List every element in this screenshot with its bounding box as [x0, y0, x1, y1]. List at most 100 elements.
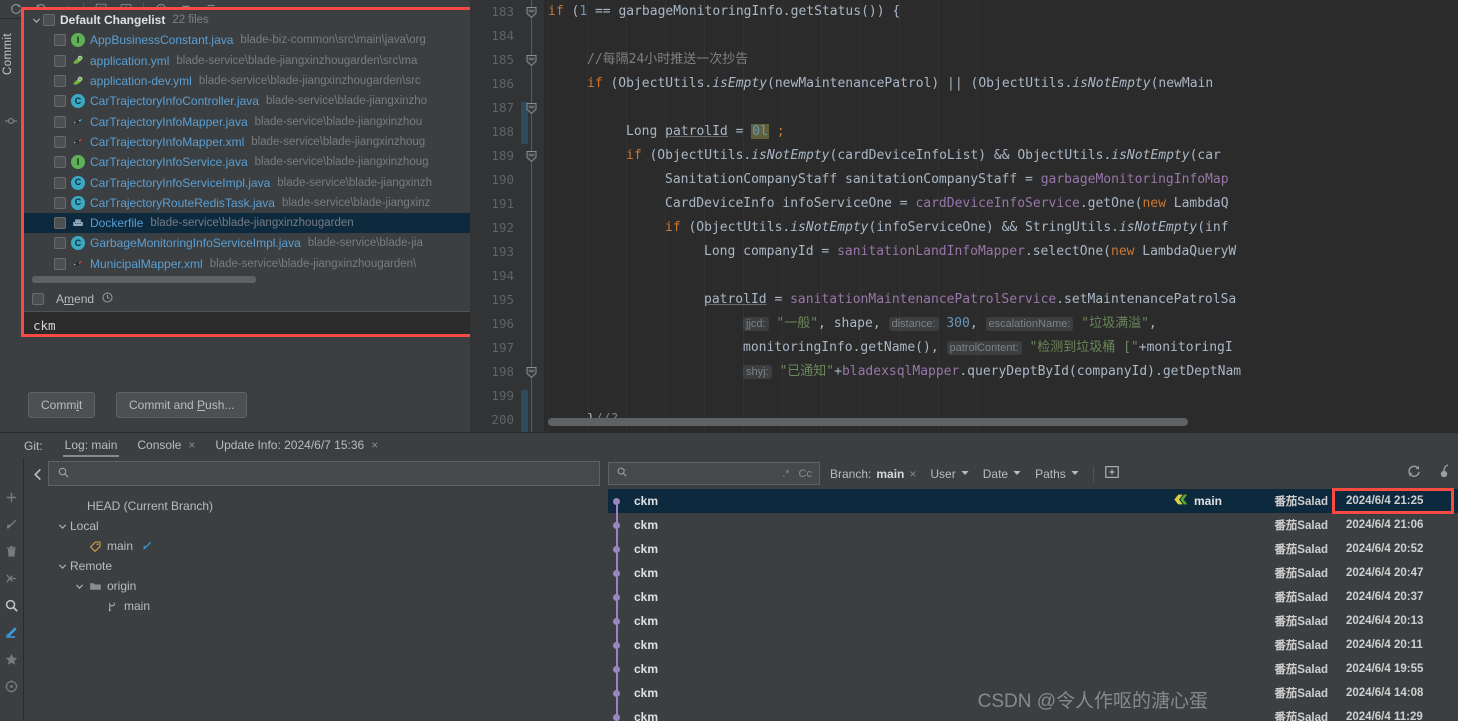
fold-marker-200[interactable]	[525, 366, 538, 379]
chevron-down-icon[interactable]	[1013, 469, 1021, 478]
code-line[interactable]: jjcd: "一般", shape, distance: 300, escala…	[544, 312, 1458, 336]
chevron-down-icon[interactable]	[1071, 469, 1079, 478]
code-line[interactable]: patrolId = sanitationMaintenancePatrolSe…	[544, 288, 1458, 312]
close-icon[interactable]: ×	[371, 438, 378, 452]
commit-log-row[interactable]: ckm 番茄Salad 2024/6/4 20:37	[608, 585, 1458, 609]
fold-marker-192[interactable]	[525, 150, 538, 163]
changed-file-row[interactable]: CarTrajectoryInfoMapper.java blade-servic…	[24, 111, 526, 131]
changelist-header-row[interactable]: Default Changelist 22 files	[24, 10, 526, 30]
target-icon[interactable]	[4, 679, 20, 694]
editor-horizontal-scrollbar[interactable]	[548, 418, 1188, 426]
commit-log-row[interactable]: ckm main 番茄Salad 2024/6/4 21:25	[608, 489, 1458, 513]
commit-message-input[interactable]: ckm	[24, 311, 526, 334]
branch-ref-badge[interactable]: main	[1174, 493, 1222, 509]
file-checkbox[interactable]	[54, 95, 66, 108]
favorite-star-icon[interactable]	[4, 652, 20, 667]
changed-file-row[interactable]: I AppBusinessConstant.java blade-biz-commo…	[24, 30, 526, 50]
git-tab-3[interactable]: Update Info: 2024/6/7 15:36 ×	[205, 434, 388, 457]
file-checkbox[interactable]	[54, 217, 66, 230]
fold-marker-186[interactable]	[525, 54, 538, 67]
log-search-input[interactable]: .* Cc	[608, 462, 820, 485]
commit-log-row[interactable]: ckm 番茄Salad 2024/6/4 20:52	[608, 537, 1458, 561]
commit-button[interactable]: Commit	[28, 392, 96, 418]
commit-tool-window-tab[interactable]: Commit	[0, 19, 21, 419]
code-line[interactable]	[544, 384, 1458, 408]
code-editor[interactable]: 183 184 185 186 187 188 189 190 191 192 193 194 195 1…	[470, 0, 1458, 432]
close-icon[interactable]: ×	[909, 467, 916, 481]
paths-filter[interactable]: Paths	[1035, 467, 1079, 481]
code-line[interactable]	[544, 264, 1458, 288]
file-checkbox[interactable]	[54, 34, 66, 47]
code-line[interactable]: Long patrolId = 0l ;	[544, 120, 1458, 144]
cherry-pick-icon[interactable]	[1434, 463, 1450, 479]
changed-file-row[interactable]: C CarTrajectoryInfoServiceImpl.java blade-…	[24, 172, 526, 192]
changed-file-row[interactable]: C GarbageMonitoringInfoServiceImpl.java bl…	[24, 233, 526, 253]
changed-file-row[interactable]: C CarTrajectoryRouteRedisTask.java blade-s…	[24, 193, 526, 213]
changed-file-row[interactable]: CarTrajectoryInfoMapper.xml blade-service…	[24, 132, 526, 152]
code-line[interactable]: if (1 == garbageMonitoringInfo.getStatus…	[544, 0, 1458, 24]
code-line[interactable]: monitoringInfo.getName(), patrolContent:…	[544, 336, 1458, 360]
regex-toggle[interactable]: .*	[782, 468, 789, 480]
amend-checkbox[interactable]	[32, 292, 44, 305]
branch-tree-row[interactable]: main	[48, 596, 600, 616]
file-checkbox[interactable]	[54, 176, 66, 189]
checkout-icon[interactable]	[4, 517, 20, 532]
file-checkbox[interactable]	[54, 115, 66, 128]
editor-code-text[interactable]: if (1 == garbageMonitoringInfo.getStatus…	[544, 0, 1458, 432]
code-line[interactable]: if (ObjectUtils.isEmpty(newMaintenancePa…	[544, 72, 1458, 96]
delete-icon[interactable]	[4, 544, 20, 559]
expand-log-icon[interactable]	[1104, 464, 1120, 483]
commit-log-row[interactable]: ckm 番茄Salad 2024/6/4 21:06	[608, 513, 1458, 537]
file-checkbox[interactable]	[54, 156, 66, 169]
branch-filter[interactable]: Branch: main ×	[830, 467, 916, 481]
code-line[interactable]: SanitationCompanyStaff sanitationCompany…	[544, 168, 1458, 192]
fold-marker-183[interactable]	[525, 6, 538, 19]
user-filter[interactable]: User	[930, 467, 969, 481]
file-checkbox[interactable]	[54, 75, 66, 88]
branch-tree-row[interactable]: main	[48, 536, 600, 556]
chevron-down-icon[interactable]	[54, 562, 70, 571]
changes-tree-horizontal-scrollbar[interactable]	[32, 276, 256, 283]
close-icon[interactable]: ×	[188, 438, 195, 452]
branch-tree-row[interactable]: origin	[48, 576, 600, 596]
editor-fold-gutter[interactable]	[520, 0, 544, 432]
code-line[interactable]: if (ObjectUtils.isNotEmpty(cardDeviceInf…	[544, 144, 1458, 168]
history-clock-icon[interactable]	[101, 291, 114, 307]
branch-tree[interactable]: HEAD (Current Branch) Local main Remote orig…	[48, 491, 600, 721]
branch-search-input[interactable]	[48, 461, 600, 486]
changed-file-row[interactable]: application-dev.yml blade-service\blade-j…	[24, 71, 526, 91]
commit-log-row[interactable]: ckm 番茄Salad 2024/6/4 20:47	[608, 561, 1458, 585]
changelist-checkbox[interactable]	[43, 14, 55, 27]
file-checkbox[interactable]	[54, 135, 66, 148]
chevron-down-icon[interactable]	[54, 522, 70, 531]
branch-tree-row[interactable]: HEAD (Current Branch)	[48, 496, 600, 516]
merge-icon[interactable]	[4, 571, 20, 586]
changes-tree[interactable]: Default Changelist 22 files I AppBusiness…	[24, 10, 526, 285]
code-line[interactable]: if (ObjectUtils.isNotEmpty(infoServiceOn…	[544, 216, 1458, 240]
code-line[interactable]	[544, 24, 1458, 48]
changed-file-row[interactable]: C CarTrajectoryInfoController.java blade-s…	[24, 91, 526, 111]
changed-file-row[interactable]: application.yml blade-service\blade-jiang…	[24, 51, 526, 71]
commit-log-row[interactable]: ckm 番茄Salad 2024/6/4 20:13	[608, 609, 1458, 633]
chevron-down-icon[interactable]	[961, 469, 969, 478]
search-icon[interactable]	[4, 598, 20, 613]
date-filter[interactable]: Date	[983, 467, 1021, 481]
code-line[interactable]: shyj: "已通知"+bladexsqlMapper.queryDeptByI…	[544, 360, 1458, 384]
chevron-down-icon[interactable]	[30, 14, 43, 27]
refresh-icon[interactable]	[1406, 463, 1422, 479]
fold-marker-189[interactable]	[525, 102, 538, 115]
code-line[interactable]: Long companyId = sanitationLandInfoMappe…	[544, 240, 1458, 264]
edit-icon[interactable]	[4, 625, 20, 640]
changed-file-row[interactable]: I CarTrajectoryInfoService.java blade-serv…	[24, 152, 526, 172]
chevron-down-icon[interactable]	[71, 582, 87, 591]
commit-log-row[interactable]: ckm 番茄Salad 2024/6/4 19:55	[608, 657, 1458, 681]
file-checkbox[interactable]	[54, 54, 66, 67]
file-checkbox[interactable]	[54, 196, 66, 209]
match-case-toggle[interactable]: Cc	[799, 468, 812, 480]
branch-tree-row[interactable]: Remote	[48, 556, 600, 576]
changed-file-row[interactable]: MunicipalMapper.xml blade-service\blade-j…	[24, 254, 526, 274]
git-tab-1[interactable]: Log: main	[55, 434, 128, 457]
code-line[interactable]	[544, 96, 1458, 120]
branch-tree-row[interactable]: Local	[48, 516, 600, 536]
add-icon[interactable]	[4, 490, 20, 505]
